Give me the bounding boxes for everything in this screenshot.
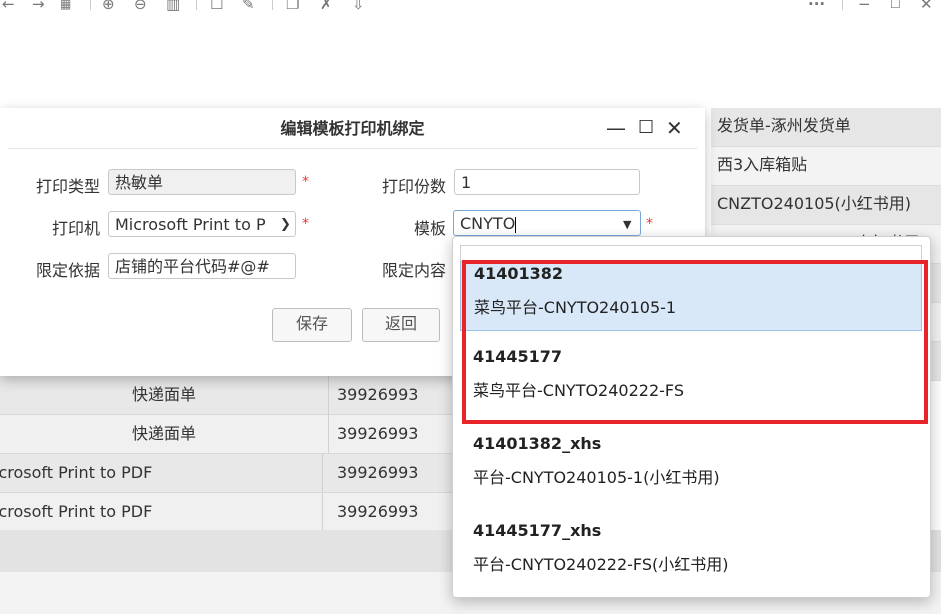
table-cell-id: 39926993 [337,502,419,521]
maximize-icon[interactable]: ☐ [638,116,654,140]
maximize-icon[interactable]: ☐ [890,0,901,14]
template-combobox[interactable]: CNYTO [453,210,641,236]
more-icon[interactable]: ··· [808,0,825,14]
list-item[interactable]: 西3入库箱贴 [711,147,941,186]
printer-label: 打印机 [51,219,100,238]
table-row[interactable]: icrosoft Print to PDF 39926993 [0,493,460,532]
text-cursor [515,216,517,233]
table-row[interactable]: icrosoft Print to PDF 39926993 [0,454,460,493]
table-cell-type: icrosoft Print to PDF [0,493,323,531]
content-label: 限定内容 [381,261,446,280]
forward-arrow-icon[interactable]: → [32,0,45,14]
template-label: 模板 [413,219,446,238]
grid-icon[interactable]: ▦ [60,0,71,14]
divider [8,148,697,149]
template-combobox-value: CNYTO [460,214,516,233]
square-icon[interactable]: ☐ [210,0,223,14]
copies-input[interactable]: 1 [454,169,640,195]
required-mark: * [302,216,309,232]
back-button[interactable]: 返回 [362,308,440,342]
table-row[interactable]: 快递面单 39926993 [0,376,460,415]
minimize-icon[interactable]: — [606,116,626,140]
back-arrow-icon[interactable]: ← [2,0,15,14]
table-cell-type: icrosoft Print to PDF [0,454,323,492]
dropdown-option[interactable]: 41401382_xhs 平台-CNYTO240105-1(小红书用) [460,434,922,504]
chart-icon[interactable]: ▥ [166,0,180,14]
toolbar-divider [90,0,91,10]
download-icon[interactable]: ⇩ [352,0,365,14]
save-button[interactable]: 保存 [272,308,352,342]
dropdown-arrow-icon[interactable]: ▼ [623,218,631,231]
chevron-down-icon[interactable]: ❯ [280,217,291,232]
highlight-box [462,260,928,424]
option-name: 平台-CNYTO240105-1(小红书用) [473,468,720,487]
table-cell-id: 39926993 [337,385,419,404]
basis-select[interactable]: 店铺的平台代码#@# [108,253,296,279]
table-cell-type: 快递面单 [0,376,329,414]
printer-select[interactable]: Microsoft Print to P [108,211,296,237]
dialog-title: 编辑模板打印机绑定 [280,119,425,138]
edit-icon[interactable]: ✎ [242,0,255,14]
required-mark: * [302,174,309,190]
print-type-field[interactable]: 热敏单 [108,169,296,195]
binding-table: 快递面单 39926993 快递面单 39926993 icrosoft Pri… [0,376,460,532]
basis-label: 限定依据 [35,261,100,280]
close-icon[interactable]: ✕ [920,0,933,14]
close-icon[interactable]: ✕ [666,116,683,140]
option-name: 平台-CNYTO240222-FS(小红书用) [473,555,729,574]
toolbar-divider [842,0,843,10]
table-cell-type: 快递面单 [0,415,329,453]
table-cell-id: 39926993 [337,424,419,443]
required-mark: * [646,216,653,232]
cross-icon[interactable]: ✗ [320,0,333,14]
toolbar-divider [272,0,273,10]
table-cell-id: 39926993 [337,463,419,482]
copies-label: 打印份数 [381,177,446,196]
option-code: 41401382_xhs [473,434,602,453]
zoom-out-icon[interactable]: ⊖ [134,0,147,14]
list-item[interactable]: 发货单-涿州发货单 [711,108,941,147]
minimize-icon[interactable]: − [858,0,871,14]
option-code: 41445177_xhs [473,521,602,540]
top-toolbar: ← → ▦ ⊕ ⊖ ▥ ☐ ✎ ❐ ✗ ⇩ ··· − ☐ ✕ [0,0,941,14]
print-type-label: 打印类型 [35,177,100,196]
toolbar-divider [196,0,197,10]
printer-select-value: Microsoft Print to P [115,215,266,234]
zoom-in-icon[interactable]: ⊕ [102,0,115,14]
list-item[interactable]: CNZTO240105(小红书用) [711,186,941,225]
copy-icon[interactable]: ❐ [286,0,299,14]
dropdown-option[interactable]: 41445177_xhs 平台-CNYTO240222-FS(小红书用) [460,521,922,591]
table-row[interactable]: 快递面单 39926993 [0,415,460,454]
